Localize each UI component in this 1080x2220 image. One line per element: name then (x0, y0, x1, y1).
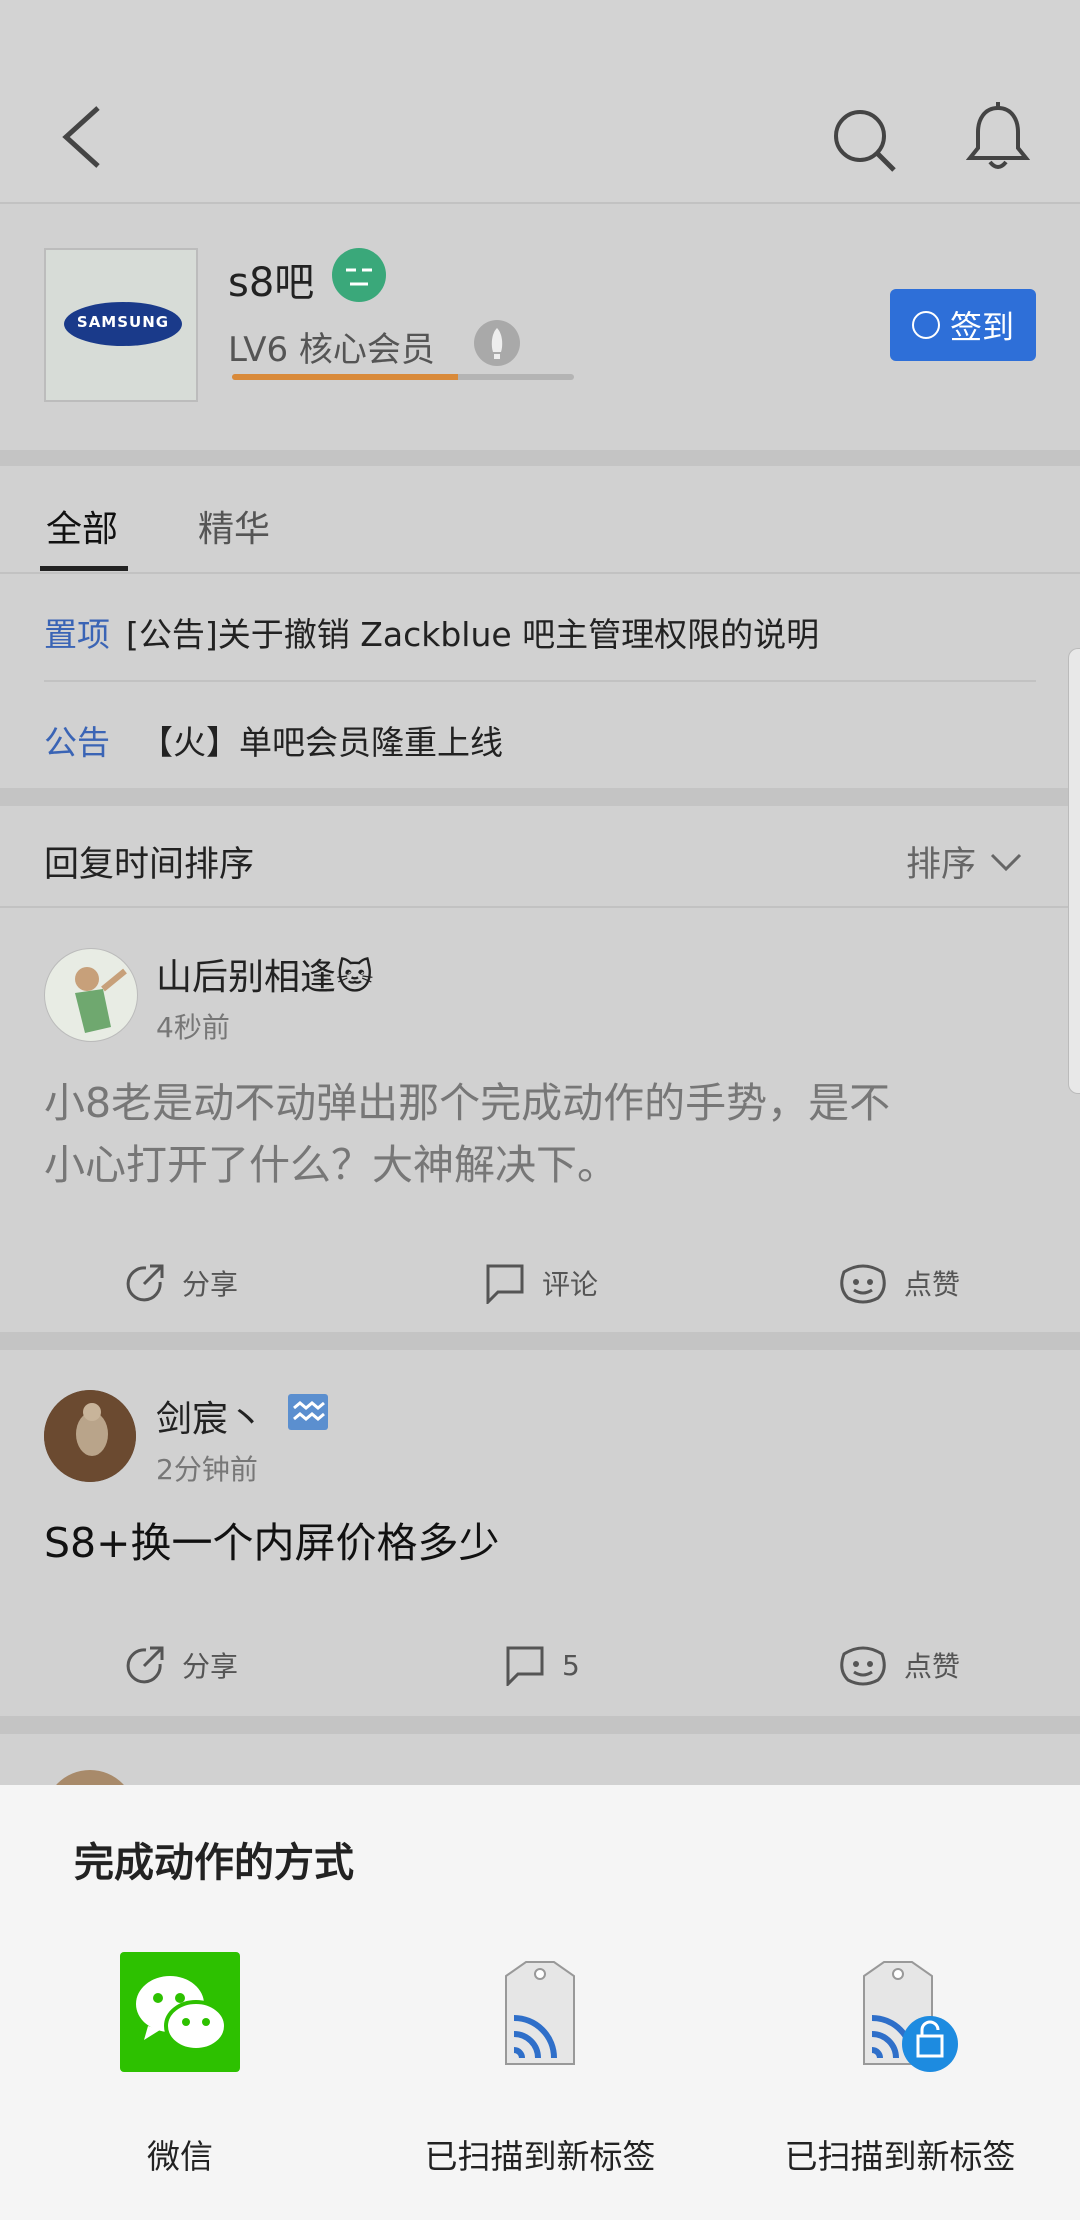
like-icon (840, 1646, 886, 1686)
face-emoji-icon (332, 248, 386, 302)
share-icon (126, 1264, 164, 1302)
section-gap (0, 1332, 1080, 1350)
sort-button[interactable]: 排序 (906, 836, 1022, 887)
user-name[interactable]: 山后别相逢🐱 (156, 948, 374, 1000)
comment-label: 评论 (542, 1268, 599, 1301)
comment-button[interactable]: 5 (504, 1644, 580, 1686)
signin-button[interactable]: 签到 (890, 289, 1036, 361)
comment-count: 5 (562, 1648, 580, 1682)
option-label[interactable]: 已扫描到新标签 (740, 2130, 1060, 2178)
option-label[interactable]: 微信 (20, 2130, 340, 2178)
tab-active-indicator (40, 566, 128, 571)
post-text-line: 小心打开了什么？大神解决下。 (44, 1141, 618, 1189)
post-text[interactable]: 小8老是动不动弹出那个完成动作的手势，是不 小心打开了什么？大神解决下。 (44, 1072, 890, 1196)
edge-panel-handle[interactable] (1068, 648, 1080, 1094)
chevron-down-icon (990, 853, 1022, 871)
nfc-tag-lock-icon[interactable] (858, 1960, 962, 2078)
post-text-line: 小8老是动不动弹出那个完成动作的手势，是不 (44, 1079, 891, 1127)
nfc-tag-icon[interactable] (500, 1960, 580, 2074)
share-button[interactable]: 分享 (124, 1262, 238, 1304)
divider (44, 680, 1036, 682)
like-label: 点赞 (904, 1268, 961, 1301)
tab-featured[interactable]: 精华 (198, 500, 270, 552)
member-level[interactable]: LV6 核心会员 (228, 322, 435, 371)
like-icon (840, 1264, 886, 1304)
forum-logo[interactable]: SAMSUNG (44, 248, 198, 402)
section-gap (0, 788, 1080, 806)
signin-icon (911, 311, 940, 339)
notice-tag: 置项 (44, 615, 110, 654)
tab-all[interactable]: 全部 (46, 500, 118, 552)
back-arrow-icon[interactable] (60, 104, 104, 170)
wechat-icon[interactable] (120, 1952, 240, 2072)
like-label: 点赞 (904, 1650, 961, 1683)
share-icon (126, 1646, 164, 1684)
notice-tag: 公告 (44, 723, 110, 762)
share-label: 分享 (182, 1268, 239, 1301)
comment-button[interactable]: 评论 (484, 1262, 598, 1304)
level-progress-bar (232, 374, 574, 380)
section-gap (0, 450, 1080, 466)
sort-title: 回复时间排序 (44, 845, 255, 885)
user-avatar[interactable] (44, 1390, 136, 1482)
notice-text: [公告]关于撤销 Zackblue 吧主管理权限的说明 (126, 615, 820, 654)
like-button[interactable]: 点赞 (838, 1262, 960, 1304)
search-icon[interactable] (832, 108, 898, 174)
user-name[interactable]: 剑宸丶 (156, 1390, 264, 1442)
top-bar (0, 0, 1080, 202)
signin-label: 签到 (949, 308, 1014, 346)
logo-text: SAMSUNG (76, 313, 170, 331)
user-avatar[interactable] (44, 948, 138, 1042)
notification-bell-icon[interactable] (966, 102, 1030, 172)
rocket-icon[interactable] (474, 320, 520, 366)
like-button[interactable]: 点赞 (838, 1644, 960, 1686)
post-time: 2分钟前 (156, 1453, 258, 1486)
section-gap (0, 1716, 1080, 1734)
comment-icon (486, 1264, 524, 1304)
sheet-title: 完成动作的方式 (74, 1840, 354, 1886)
option-label[interactable]: 已扫描到新标签 (380, 2130, 700, 2178)
tab-bar (0, 466, 1080, 574)
post-time: 4秒前 (156, 1011, 230, 1044)
share-label: 分享 (182, 1650, 239, 1683)
forum-name[interactable]: s8吧 (228, 250, 314, 308)
comment-icon (506, 1646, 544, 1686)
post-text[interactable]: S8+换一个内屏价格多少 (44, 1512, 499, 1574)
notice-text: 【火】单吧会员隆重上线 (140, 723, 503, 762)
notice-announcement[interactable]: 公告 【火】单吧会员隆重上线 (44, 716, 503, 764)
aquarius-badge-icon (288, 1394, 328, 1430)
notice-pinned[interactable]: 置项 [公告]关于撤销 Zackblue 吧主管理权限的说明 (44, 608, 819, 656)
share-button[interactable]: 分享 (124, 1644, 238, 1686)
sort-label: 排序 (906, 845, 977, 885)
